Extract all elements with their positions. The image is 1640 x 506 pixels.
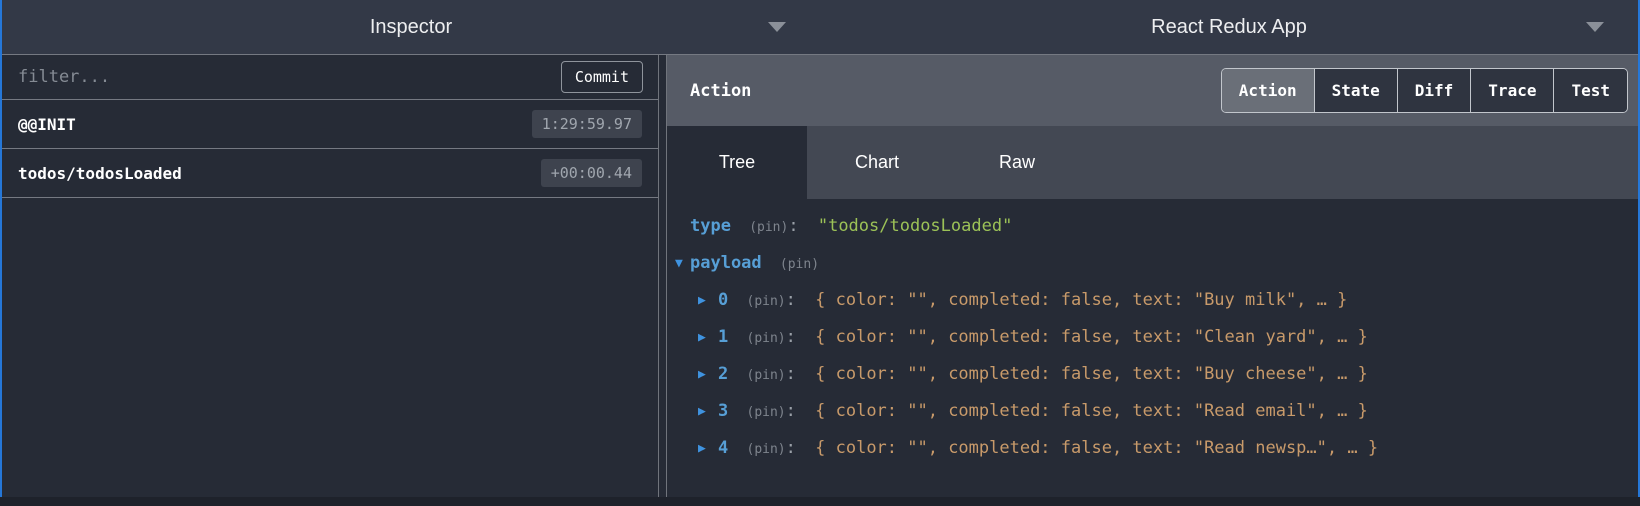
tree-key-index[interactable]: 4 [718, 438, 728, 458]
tree-row-payload-3[interactable]: ▶ 3 (pin): { color: "", completed: false… [667, 393, 1638, 430]
pin-link[interactable]: (pin) [780, 257, 819, 272]
action-time-badge: 1:29:59.97 [532, 110, 642, 138]
main-area: Commit @@INIT 1:29:59.97 todos/todosLoad… [2, 55, 1638, 497]
colon: : [786, 364, 796, 384]
tab-action[interactable]: Action [1222, 69, 1314, 112]
colon: : [786, 327, 796, 347]
tab-tree[interactable]: Tree [667, 126, 807, 199]
tree-row-payload-0[interactable]: ▶ 0 (pin): { color: "", completed: false… [667, 282, 1638, 319]
pin-link[interactable]: (pin) [747, 331, 786, 346]
tree-key-index[interactable]: 3 [718, 401, 728, 421]
inspector-detail-panel: Action Action State Diff Trace Test Tree… [667, 55, 1638, 497]
top-bar: Inspector React Redux App [2, 0, 1638, 55]
action-time-badge: +00:00.44 [541, 159, 642, 187]
colon: : [788, 216, 798, 236]
instance-selector-label: React Redux App [1151, 16, 1307, 39]
object-preview: { color: "", completed: false, text: "Bu… [815, 290, 1347, 310]
object-preview: { color: "", completed: false, text: "Re… [815, 401, 1368, 421]
detail-header: Action Action State Diff Trace Test [667, 55, 1638, 126]
monitor-selector[interactable]: Inspector [2, 0, 820, 54]
pin-link[interactable]: (pin) [747, 294, 786, 309]
tree-key-index[interactable]: 1 [718, 327, 728, 347]
tab-diff[interactable]: Diff [1397, 69, 1471, 112]
tree-row-payload-2[interactable]: ▶ 2 (pin): { color: "", completed: false… [667, 356, 1638, 393]
tree-key-index[interactable]: 2 [718, 364, 728, 384]
object-preview: { color: "", completed: false, text: "Bu… [815, 364, 1368, 384]
action-tree-view: type (pin): "todos/todosLoaded" ▼ payloa… [667, 199, 1638, 497]
object-preview: { color: "", completed: false, text: "Re… [815, 438, 1378, 458]
tree-row-type: type (pin): "todos/todosLoaded" [667, 208, 1638, 245]
tree-key-type[interactable]: type [690, 216, 731, 236]
action-list-panel: Commit @@INIT 1:29:59.97 todos/todosLoad… [2, 55, 658, 497]
colon: : [786, 438, 796, 458]
tab-chart[interactable]: Chart [807, 126, 947, 199]
pin-link[interactable]: (pin) [749, 220, 788, 235]
tab-raw[interactable]: Raw [947, 126, 1087, 199]
pin-link[interactable]: (pin) [747, 442, 786, 457]
collapse-arrow-icon[interactable]: ▼ [675, 245, 683, 282]
tab-trace[interactable]: Trace [1470, 69, 1553, 112]
tree-key-index[interactable]: 0 [718, 290, 728, 310]
tree-key-payload[interactable]: payload [690, 253, 762, 273]
expand-arrow-icon[interactable]: ▶ [698, 319, 706, 356]
panel-resize-handle[interactable] [658, 55, 667, 497]
pin-link[interactable]: (pin) [747, 368, 786, 383]
chevron-down-icon [768, 22, 786, 32]
tree-row-payload[interactable]: ▼ payload (pin) [667, 245, 1638, 282]
section-title: Action [690, 81, 751, 101]
monitor-selector-label: Inspector [370, 16, 452, 39]
colon: : [786, 401, 796, 421]
bottom-strip [0, 497, 1640, 506]
expand-arrow-icon[interactable]: ▶ [698, 282, 706, 319]
view-tab-bar: Tree Chart Raw [667, 126, 1638, 199]
expand-arrow-icon[interactable]: ▶ [698, 356, 706, 393]
commit-button[interactable]: Commit [561, 61, 643, 93]
tree-row-payload-1[interactable]: ▶ 1 (pin): { color: "", completed: false… [667, 319, 1638, 356]
action-name: @@INIT [18, 115, 76, 134]
chevron-down-icon [1586, 22, 1604, 32]
expand-arrow-icon[interactable]: ▶ [698, 430, 706, 467]
action-list-item-todos-loaded[interactable]: todos/todosLoaded +00:00.44 [2, 149, 658, 198]
object-preview: { color: "", completed: false, text: "Cl… [815, 327, 1368, 347]
redux-devtools-panel: Inspector React Redux App Commit @@INIT … [0, 0, 1640, 497]
action-name: todos/todosLoaded [18, 164, 182, 183]
main-tab-group: Action State Diff Trace Test [1221, 68, 1628, 113]
tab-test[interactable]: Test [1553, 69, 1627, 112]
filter-input[interactable] [18, 67, 561, 87]
tree-row-payload-4[interactable]: ▶ 4 (pin): { color: "", completed: false… [667, 430, 1638, 467]
tree-value-type: "todos/todosLoaded" [818, 216, 1012, 236]
filter-row: Commit [2, 55, 658, 100]
colon: : [786, 290, 796, 310]
expand-arrow-icon[interactable]: ▶ [698, 393, 706, 430]
instance-selector[interactable]: React Redux App [820, 0, 1638, 54]
action-list-item-init[interactable]: @@INIT 1:29:59.97 [2, 100, 658, 149]
pin-link[interactable]: (pin) [747, 405, 786, 420]
tab-state[interactable]: State [1314, 69, 1397, 112]
